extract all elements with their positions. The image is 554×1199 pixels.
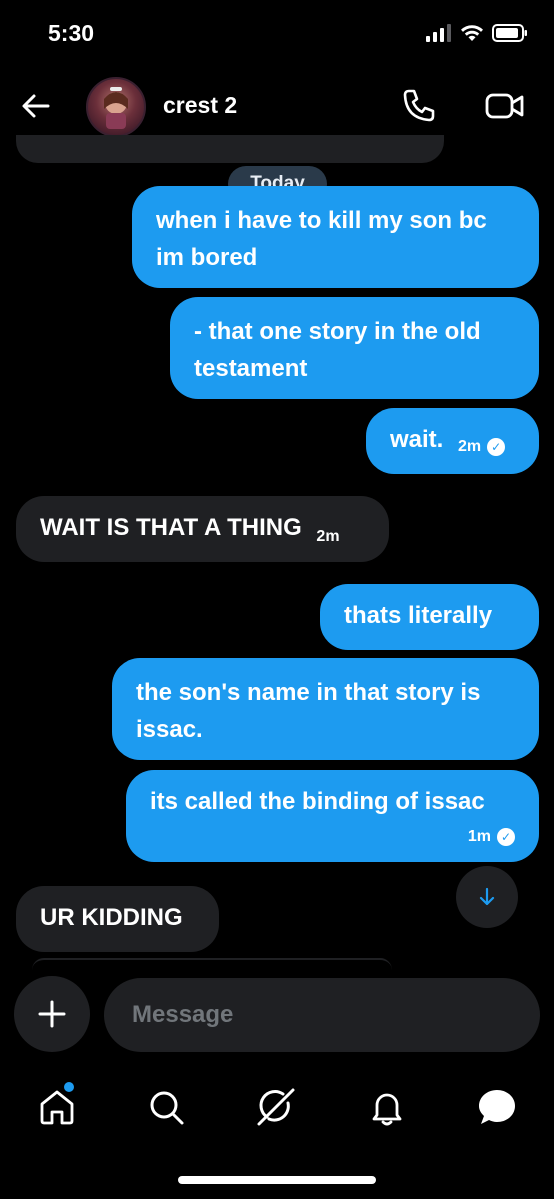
- arrow-down-icon: [479, 887, 495, 906]
- read-check-icon: ✓: [487, 438, 506, 456]
- message-time: 1m: [467, 828, 491, 845]
- messages-icon: [479, 1090, 515, 1124]
- next-message-bubble: [32, 958, 392, 970]
- nav-messages[interactable]: [476, 1086, 518, 1128]
- message-meta: 2m: [316, 519, 339, 555]
- message-text: the son's name in that story is issac.: [136, 679, 481, 743]
- previous-message-bubble: [16, 135, 444, 163]
- message-bubble-outgoing[interactable]: when i have to kill my son bc im bored: [132, 186, 539, 288]
- scroll-to-bottom-button[interactable]: [456, 866, 518, 928]
- signal-icon: [426, 24, 451, 42]
- contact-name[interactable]: crest 2: [163, 92, 237, 119]
- message-text: wait.: [390, 426, 444, 453]
- message-bubble-outgoing[interactable]: - that one story in the old testament: [170, 297, 539, 399]
- wifi-icon: [461, 25, 483, 41]
- search-icon: [150, 1091, 184, 1125]
- nav-notifications[interactable]: [366, 1086, 408, 1128]
- message-input[interactable]: [104, 978, 540, 1052]
- message-bubble-outgoing[interactable]: thats literally: [320, 584, 539, 650]
- status-icons: [426, 24, 528, 42]
- message-bubble-outgoing[interactable]: its called the binding of issac 1m ✓: [126, 770, 539, 862]
- add-attachment-button[interactable]: [14, 976, 90, 1052]
- notification-dot: [62, 1080, 76, 1094]
- plus-icon: [38, 1000, 66, 1028]
- message-text: UR KIDDING: [40, 904, 183, 931]
- message-bubble-outgoing[interactable]: the son's name in that story is issac.: [112, 658, 539, 760]
- nav-home[interactable]: [36, 1080, 78, 1128]
- nav-search[interactable]: [145, 1086, 187, 1128]
- home-indicator: [178, 1176, 376, 1184]
- bell-icon: [372, 1093, 402, 1126]
- message-meta: 2m ✓: [458, 429, 506, 465]
- status-time: 5:30: [48, 20, 95, 46]
- message-time: 2m: [316, 528, 340, 545]
- back-arrow-icon[interactable]: [18, 88, 54, 124]
- message-meta: 1m ✓: [468, 819, 515, 855]
- message-bubble-incoming[interactable]: WAIT IS THAT A THING 2m: [16, 496, 389, 562]
- video-call-icon[interactable]: [484, 88, 526, 124]
- message-text: when i have to kill my son bc im bored: [156, 207, 487, 271]
- message-bubble-incoming[interactable]: UR KIDDING: [16, 886, 219, 952]
- message-text: WAIT IS THAT A THING: [40, 514, 302, 541]
- message-bubble-outgoing[interactable]: wait. 2m ✓: [366, 408, 539, 474]
- message-text: thats literally: [344, 602, 493, 629]
- message-time: 2m: [458, 438, 482, 455]
- nav-grok[interactable]: [255, 1086, 297, 1128]
- message-text: - that one story in the old testament: [194, 318, 481, 382]
- avatar[interactable]: [86, 77, 146, 137]
- grok-icon: [257, 1088, 295, 1126]
- battery-icon: [492, 24, 527, 42]
- message-text: its called the binding of issac: [150, 788, 485, 815]
- read-check-icon: ✓: [497, 828, 515, 846]
- phone-icon[interactable]: [400, 86, 438, 124]
